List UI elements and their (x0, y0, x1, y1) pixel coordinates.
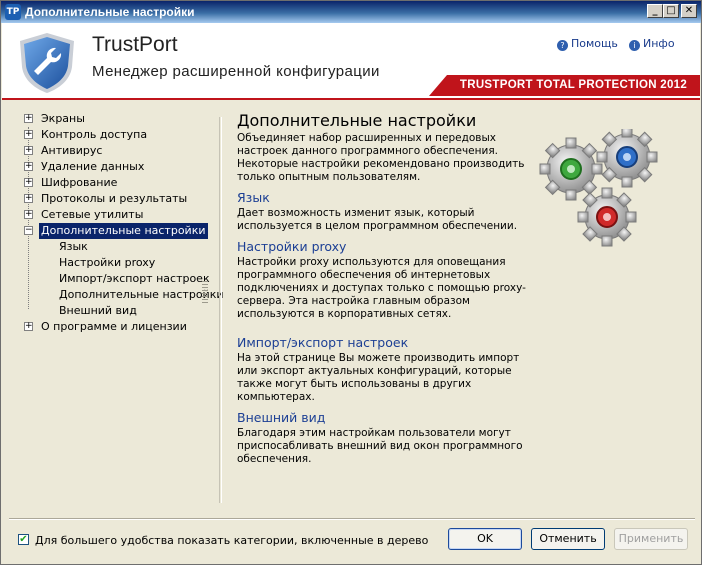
tree-item-data-removal[interactable]: + Удаление данных (21, 159, 211, 175)
tree-item-network-utilities[interactable]: + Сетевые утилиты (21, 207, 211, 223)
tree-subitem-appearance[interactable]: Внешний вид (21, 303, 211, 319)
tree-item-label[interactable]: Экраны (39, 111, 87, 127)
expand-icon[interactable]: + (24, 194, 33, 203)
expand-icon[interactable]: + (24, 178, 33, 187)
product-name-bar: TRUSTPORT TOTAL PROTECTION 2012 (429, 75, 700, 96)
description-panel: Дополнительные настройки Объединяет набо… (237, 111, 537, 470)
help-label: Помощь (571, 37, 618, 50)
tree-item-label[interactable]: Протоколы и результаты (39, 191, 189, 207)
tree-subitem-language[interactable]: Язык (21, 239, 211, 255)
tree-subitem-proxy[interactable]: Настройки proxy (21, 255, 211, 271)
settings-window: TP Дополнительные настройки _ □ ✕ TrustP… (0, 0, 702, 565)
cancel-button[interactable]: Отменить (531, 528, 605, 550)
expand-icon[interactable]: + (24, 146, 33, 155)
footer-divider (9, 518, 695, 520)
tree-item-label[interactable]: Шифрование (39, 175, 119, 191)
intro-text: Объединяет набор расширенных и передовых… (237, 132, 525, 183)
pane-splitter[interactable] (219, 117, 222, 503)
show-categories-checkbox[interactable]: ✔ (18, 534, 29, 545)
section-text-import-export: На этой странице Вы можете производить и… (237, 352, 520, 403)
gears-illustration-icon (539, 129, 658, 247)
splitter-grip[interactable] (202, 281, 208, 303)
tree-item-label[interactable]: Контроль доступа (39, 127, 149, 143)
tree-item-label[interactable]: Внешний вид (57, 303, 139, 319)
tree-item-logs-results[interactable]: + Протоколы и результаты (21, 191, 211, 207)
section-heading-language[interactable]: Язык (237, 190, 537, 205)
tree-item-encryption[interactable]: + Шифрование (21, 175, 211, 191)
tree-item-label[interactable]: Антивирус (39, 143, 104, 159)
maximize-button[interactable]: □ (663, 4, 679, 18)
tree-subitem-additional[interactable]: Дополнительные настройки (21, 287, 224, 303)
expand-icon[interactable]: + (24, 130, 33, 139)
expand-icon[interactable]: + (24, 322, 33, 331)
tree-item-about-license[interactable]: + О программе и лицензии (21, 319, 211, 335)
info-label: Инфо (643, 37, 675, 50)
category-tree: + Экраны + Контроль доступа + Антивирус + Уд… (21, 111, 224, 335)
tree-item-screens[interactable]: + Экраны (21, 111, 211, 127)
tree-item-advanced-settings[interactable]: − Дополнительные настройки (21, 223, 211, 239)
section-heading-proxy[interactable]: Настройки proxy (237, 239, 537, 254)
expand-icon[interactable]: + (24, 162, 33, 171)
section-text-proxy: Настройки proxy используются для оповеща… (237, 256, 526, 320)
header-subtitle: Менеджер расширенной конфигурации (92, 63, 380, 80)
tree-item-label[interactable]: Дополнительные настройки (57, 287, 226, 303)
close-button[interactable]: ✕ (681, 4, 697, 18)
header-banner: TrustPort Менеджер расширенной конфигура… (2, 23, 700, 98)
section-heading-appearance[interactable]: Внешний вид (237, 410, 537, 425)
info-icon: i (629, 40, 640, 51)
minimize-button[interactable]: _ (647, 4, 663, 18)
shield-wrench-logo-icon (20, 33, 74, 93)
expand-icon[interactable]: + (24, 114, 33, 123)
title-bar[interactable]: TP Дополнительные настройки _ □ ✕ (1, 1, 701, 23)
expand-icon[interactable]: + (24, 210, 33, 219)
tree-item-label[interactable]: Удаление данных (39, 159, 146, 175)
tree-item-label[interactable]: Настройки proxy (57, 255, 157, 271)
apply-button[interactable]: Применить (614, 528, 688, 550)
info-link[interactable]: i Инфо (629, 37, 675, 51)
tree-subitem-import-export[interactable]: Импорт/экспорт настроек (21, 271, 211, 287)
ok-button[interactable]: OK (448, 528, 522, 550)
window-title: Дополнительные настройки (25, 5, 195, 19)
tree-item-label[interactable]: Дополнительные настройки (39, 223, 208, 239)
collapse-icon[interactable]: − (24, 226, 33, 235)
tree-item-label[interactable]: Импорт/экспорт настроек (57, 271, 212, 287)
header-divider (2, 98, 700, 100)
section-heading-import-export[interactable]: Импорт/экспорт настроек (237, 335, 537, 350)
help-icon: ? (557, 40, 568, 51)
tree-item-label[interactable]: Язык (57, 239, 90, 255)
page-title: Дополнительные настройки (237, 111, 477, 130)
help-link[interactable]: ? Помощь (557, 37, 618, 51)
tree-item-access-control[interactable]: + Контроль доступа (21, 127, 211, 143)
section-text-language: Дает возможность изменит язык, который и… (237, 207, 518, 232)
brand-name: TrustPort (92, 33, 178, 56)
section-text-appearance: Благодаря этим настройкам пользователи м… (237, 427, 523, 465)
tree-item-label[interactable]: Сетевые утилиты (39, 207, 145, 223)
trustport-app-icon: TP (5, 4, 21, 20)
tree-item-antivirus[interactable]: + Антивирус (21, 143, 211, 159)
tree-item-label[interactable]: О программе и лицензии (39, 319, 189, 335)
show-categories-label[interactable]: Для большего удобства показать категории… (35, 534, 428, 547)
